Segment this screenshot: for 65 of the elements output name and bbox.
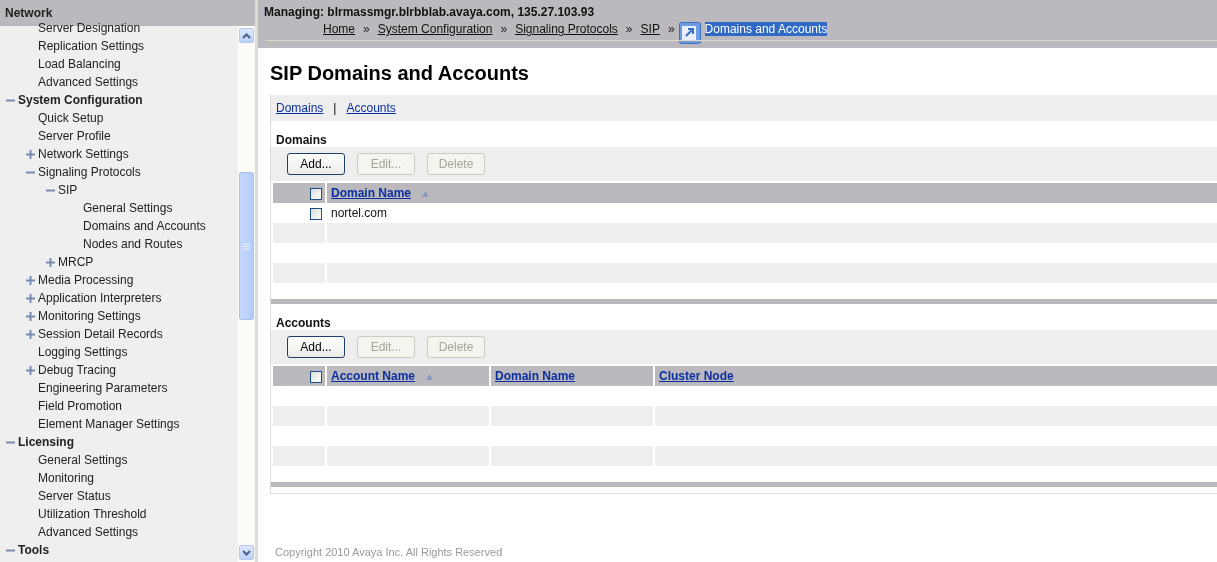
tree-item[interactable]: Session Detail Records: [38, 327, 163, 341]
page-title: SIP Domains and Accounts: [270, 62, 530, 85]
breadcrumb-link[interactable]: SIP: [640, 22, 660, 36]
expand-icon[interactable]: [46, 257, 55, 267]
tree-item[interactable]: System Configuration: [18, 93, 143, 107]
section-heading: Accounts: [275, 315, 332, 330]
tree-item[interactable]: Tools: [18, 543, 50, 557]
breadcrumb-separator: »: [363, 22, 370, 36]
expand-icon[interactable]: [26, 149, 35, 159]
tree-item[interactable]: Monitoring: [38, 471, 95, 485]
section-link[interactable]: Accounts: [346, 101, 396, 115]
tree-item[interactable]: Server Profile: [38, 129, 111, 143]
tree-item[interactable]: Logging Settings: [38, 345, 128, 359]
tree-item[interactable]: Monitoring Settings: [38, 309, 141, 323]
tree-item[interactable]: Element Manager Settings: [38, 417, 180, 431]
expand-icon[interactable]: [26, 311, 35, 321]
column-header-link[interactable]: Domain Name: [331, 186, 412, 200]
section-link[interactable]: Domains: [276, 101, 324, 115]
tree-item[interactable]: SIP: [58, 183, 78, 197]
tree-item[interactable]: Network Settings: [38, 147, 129, 161]
table-cell: nortel.com: [331, 206, 388, 220]
expand-icon[interactable]: [26, 329, 35, 339]
tree-item[interactable]: Advanced Settings: [38, 525, 139, 539]
select-all-checkbox[interactable]: [310, 370, 322, 383]
tree-item[interactable]: Field Promotion: [38, 399, 123, 413]
expand-icon[interactable]: [26, 293, 35, 303]
tree-item[interactable]: Licensing: [18, 435, 74, 449]
row-checkbox[interactable]: [310, 207, 322, 220]
breadcrumb-separator: »: [667, 22, 675, 36]
tree-item[interactable]: MRCP: [58, 255, 94, 269]
breadcrumb-current: Domains and Accounts: [704, 22, 828, 36]
select-all-checkbox[interactable]: [310, 187, 322, 200]
tree-item[interactable]: Signaling Protocols: [38, 165, 141, 179]
tree-item[interactable]: Application Interpreters: [38, 291, 162, 305]
breadcrumb-separator: »: [625, 22, 633, 36]
tree-item[interactable]: General Settings: [83, 201, 173, 215]
expand-icon[interactable]: [26, 365, 35, 375]
section-heading: Domains: [275, 132, 328, 147]
tree-item[interactable]: Load Balancing: [38, 57, 121, 71]
tree-item[interactable]: Server Status: [38, 489, 111, 503]
copyright-text: Copyright 2010 Avaya Inc. All Rights Reserved: [274, 546, 504, 560]
tree-item[interactable]: Utilization Threshold: [38, 507, 147, 521]
tree-item[interactable]: Quick Setup: [38, 111, 104, 125]
breadcrumb-link[interactable]: Home: [323, 22, 355, 36]
scroll-down-icon[interactable]: [239, 545, 254, 560]
tree-item[interactable]: Replication Settings: [38, 39, 145, 53]
action-button[interactable]: Add...: [287, 336, 345, 358]
link-separator: |: [333, 101, 337, 115]
drag-icon: [678, 22, 701, 44]
tree-item[interactable]: Engineering Parameters: [38, 381, 168, 395]
breadcrumb-separator: »: [500, 22, 508, 36]
tree-item[interactable]: General Settings: [38, 453, 128, 467]
tree-item[interactable]: Media Processing: [38, 273, 134, 287]
scroll-up-icon[interactable]: [239, 28, 254, 43]
breadcrumb-link[interactable]: System Configuration: [377, 22, 493, 36]
breadcrumb-link[interactable]: Signaling Protocols: [515, 22, 618, 36]
action-button[interactable]: Add...: [287, 153, 345, 175]
expand-icon[interactable]: [26, 275, 35, 285]
tree-item[interactable]: Debug Tracing: [38, 363, 117, 377]
managing-label: Managing: blrmassmgr.blrbblab.avaya.com, 135.27.103.93: [264, 5, 596, 19]
tree-item[interactable]: Nodes and Routes: [83, 237, 183, 251]
tree-item[interactable]: Advanced Settings: [38, 75, 139, 89]
scrollbar-thumb[interactable]: [239, 172, 254, 320]
tree-item[interactable]: Domains and Accounts: [83, 219, 206, 233]
column-header-link[interactable]: Cluster Node: [659, 369, 734, 383]
